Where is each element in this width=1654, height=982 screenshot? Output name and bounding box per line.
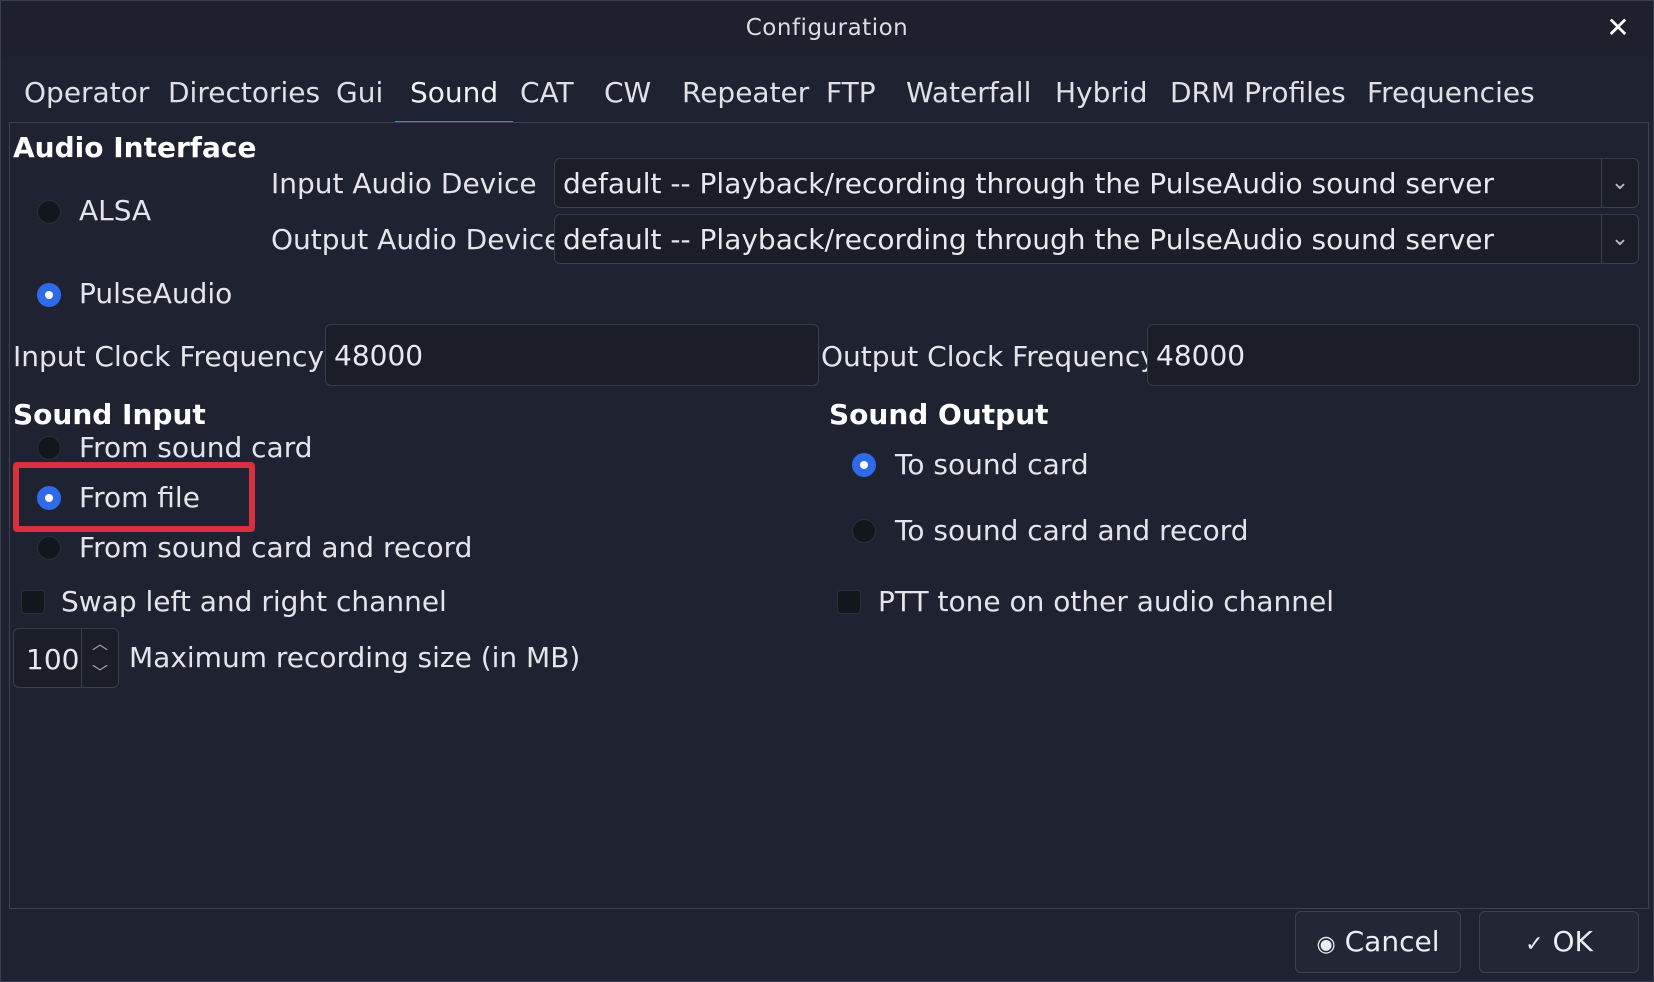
to-sound-card-and-record-radio[interactable]	[852, 519, 876, 543]
alsa-label[interactable]: ALSA	[79, 194, 151, 227]
audio-interface-heading: Audio Interface	[13, 131, 257, 164]
output-audio-device-label: Output Audio Device	[271, 223, 562, 256]
input-audio-device-label: Input Audio Device	[271, 167, 537, 200]
output-clock-frequency-field[interactable]: 48000	[1147, 324, 1640, 386]
cancel-button[interactable]: ◉ Cancel	[1295, 911, 1461, 973]
ok-button-label: OK	[1552, 925, 1593, 958]
ok-button[interactable]: ✓ OK	[1479, 911, 1639, 973]
tab-frequencies[interactable]: Frequencies	[1352, 63, 1550, 121]
swap-channel-label[interactable]: Swap left and right channel	[61, 585, 447, 618]
max-recording-size-label: Maximum recording size (in MB)	[129, 641, 581, 674]
pulseaudio-radio[interactable]	[37, 283, 61, 307]
highlight-box	[13, 462, 255, 532]
cancel-button-label: Cancel	[1344, 925, 1440, 958]
chevron-down-icon[interactable]: ⌄	[1601, 159, 1638, 207]
tab-directories[interactable]: Directories	[153, 63, 335, 121]
from-sound-card-label[interactable]: From sound card	[79, 431, 313, 464]
chevron-down-icon[interactable]: ﹀	[82, 658, 118, 687]
tab-operator[interactable]: Operator	[9, 63, 164, 121]
chevron-down-icon[interactable]: ⌄	[1601, 215, 1638, 263]
tab-gui[interactable]: Gui	[321, 63, 398, 121]
input-audio-device-select[interactable]: default -- Playback/recording through th…	[554, 158, 1639, 208]
tab-drm-profiles[interactable]: DRM Profiles	[1155, 63, 1361, 121]
tab-repeater[interactable]: Repeater	[667, 63, 824, 121]
tab-cw[interactable]: CW	[589, 63, 666, 121]
input-clock-frequency-field[interactable]: 48000	[325, 324, 819, 386]
max-recording-size-spinbox[interactable]: 100 ︿ ﹀	[13, 628, 119, 688]
tab-ftp[interactable]: FTP	[811, 63, 891, 121]
sound-input-heading: Sound Input	[13, 398, 206, 431]
output-audio-device-select[interactable]: default -- Playback/recording through th…	[554, 214, 1639, 264]
title-bar: Configuration ✕	[1, 1, 1653, 59]
sound-output-heading: Sound Output	[829, 398, 1049, 431]
to-sound-card-label[interactable]: To sound card	[895, 448, 1089, 481]
swap-channel-checkbox[interactable]	[21, 590, 45, 614]
chevron-up-icon[interactable]: ︿	[82, 629, 118, 658]
window-title: Configuration	[745, 15, 909, 41]
max-recording-size-value: 100	[26, 643, 80, 676]
tab-waterfall[interactable]: Waterfall	[891, 63, 1046, 121]
input-audio-device-value: default -- Playback/recording through th…	[563, 167, 1495, 200]
alsa-radio[interactable]	[37, 200, 61, 224]
to-sound-card-radio[interactable]	[852, 453, 876, 477]
ptt-tone-label[interactable]: PTT tone on other audio channel	[878, 585, 1334, 618]
output-clock-frequency-value: 48000	[1156, 339, 1246, 372]
from-sound-card-radio[interactable]	[37, 436, 61, 460]
output-audio-device-value: default -- Playback/recording through th…	[563, 223, 1495, 256]
close-icon[interactable]: ✕	[1601, 11, 1635, 45]
configuration-dialog: Configuration ✕ Operator Directories Gui…	[0, 0, 1654, 982]
output-clock-frequency-label: Output Clock Frequency	[821, 340, 1157, 373]
tab-hybrid[interactable]: Hybrid	[1040, 63, 1162, 121]
input-clock-frequency-label: Input Clock Frequency	[13, 340, 325, 373]
input-clock-frequency-value: 48000	[334, 339, 424, 372]
to-sound-card-and-record-label[interactable]: To sound card and record	[895, 514, 1249, 547]
cancel-icon: ◉	[1316, 932, 1336, 957]
tab-cat[interactable]: CAT	[505, 63, 589, 121]
spinbox-buttons: ︿ ﹀	[81, 629, 118, 687]
ptt-tone-checkbox[interactable]	[837, 590, 861, 614]
from-sound-card-and-record-label[interactable]: From sound card and record	[79, 531, 472, 564]
tab-sound[interactable]: Sound	[395, 63, 514, 125]
check-icon: ✓	[1525, 932, 1544, 957]
from-sound-card-and-record-radio[interactable]	[37, 536, 61, 560]
pulseaudio-label[interactable]: PulseAudio	[79, 277, 232, 310]
